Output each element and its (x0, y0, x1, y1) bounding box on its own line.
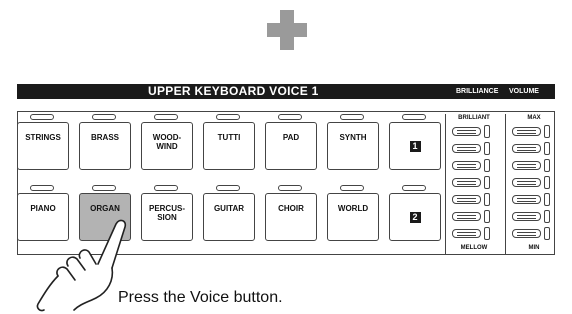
section-divider (505, 114, 506, 254)
slider-indicator (484, 142, 490, 155)
brilliance-top-label: BRILLIANT (458, 115, 490, 121)
slider-indicator (484, 210, 490, 223)
volume-header: VOLUME (509, 88, 539, 95)
slider-indicator (544, 176, 550, 189)
voice-led (30, 185, 54, 191)
slider-step[interactable] (452, 212, 481, 221)
slider-step[interactable] (452, 178, 481, 187)
slider-step[interactable] (452, 229, 481, 238)
instruction-caption: Press the Voice button. (118, 289, 283, 306)
volume-bottom-label: MIN (528, 245, 540, 251)
voice-button-strings[interactable]: STRINGS (17, 122, 69, 170)
voice-led (278, 185, 302, 191)
voice-led (154, 114, 178, 120)
slider-indicator (484, 193, 490, 206)
voice-led (340, 185, 364, 191)
panel-header-bar: UPPER KEYBOARD VOICE 1 BRILLIANCE VOLUME (17, 84, 555, 99)
voice-led (30, 114, 54, 120)
slider-step[interactable] (512, 212, 541, 221)
slider-step[interactable] (512, 161, 541, 170)
slider-step[interactable] (452, 195, 481, 204)
slider-indicator (544, 193, 550, 206)
slider-step[interactable] (452, 127, 481, 136)
voice-led (154, 185, 178, 191)
section-divider (445, 114, 446, 254)
voice-led (402, 185, 426, 191)
voice-button-pad[interactable]: PAD (265, 122, 317, 170)
slider-indicator (544, 159, 550, 172)
voice-button-synth[interactable]: SYNTH (327, 122, 379, 170)
brilliance-header: BRILLIANCE (456, 88, 499, 95)
voice-led (402, 114, 426, 120)
volume-top-label: MAX (527, 115, 541, 121)
voice-button-tutti[interactable]: TUTTI (203, 122, 255, 170)
slider-indicator (544, 142, 550, 155)
voice-led (92, 185, 116, 191)
voice-button-world[interactable]: WORLD (327, 193, 379, 241)
voice-led (216, 114, 240, 120)
voice-button-user-2[interactable]: 2 (389, 193, 441, 241)
slider-step[interactable] (512, 195, 541, 204)
voice-button-guitar[interactable]: GUITAR (203, 193, 255, 241)
voice-led (92, 114, 116, 120)
voice-led (278, 114, 302, 120)
slider-indicator (544, 227, 550, 240)
slider-step[interactable] (452, 161, 481, 170)
brilliance-bottom-label: MELLOW (460, 245, 488, 251)
slider-step[interactable] (512, 144, 541, 153)
voice-button-brass[interactable]: BRASS (79, 122, 131, 170)
slider-indicator (484, 227, 490, 240)
plus-icon (267, 10, 307, 50)
voice-button-woodwind[interactable]: WOOD- WIND (141, 122, 193, 170)
voice-led (216, 185, 240, 191)
voice-led (340, 114, 364, 120)
slider-indicator (484, 159, 490, 172)
panel-title: UPPER KEYBOARD VOICE 1 (148, 84, 319, 98)
slider-step[interactable] (512, 178, 541, 187)
slider-step[interactable] (452, 144, 481, 153)
slider-step[interactable] (512, 127, 541, 136)
slider-indicator (484, 176, 490, 189)
slider-indicator (544, 210, 550, 223)
slider-indicator (484, 125, 490, 138)
slider-step[interactable] (512, 229, 541, 238)
slider-indicator (544, 125, 550, 138)
voice-button-choir[interactable]: CHOIR (265, 193, 317, 241)
user-voice-number: 1 (409, 141, 421, 152)
voice-button-user-1[interactable]: 1 (389, 122, 441, 170)
user-voice-number: 2 (409, 212, 421, 223)
